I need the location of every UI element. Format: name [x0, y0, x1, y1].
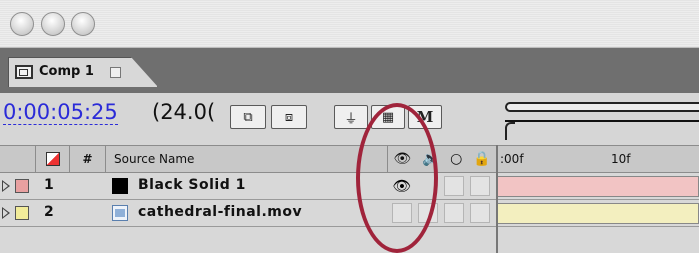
annotation-circle — [356, 103, 438, 253]
snapshot-view-icon: ⧈ — [284, 109, 294, 125]
lock-icon[interactable]: 🔒 — [473, 151, 490, 167]
layer-number: 2 — [44, 204, 54, 220]
layer-row[interactable]: 2 cathedral-final.mov — [0, 200, 699, 227]
minimize-button[interactable] — [41, 12, 65, 36]
movie-file-icon — [112, 205, 128, 221]
number-column-header[interactable]: # — [70, 146, 106, 172]
layer-name[interactable]: Black Solid 1 — [138, 177, 246, 193]
time-ruler-line — [505, 120, 699, 122]
composition-icon — [15, 65, 33, 79]
close-button[interactable] — [10, 12, 34, 36]
layer-duration-bar[interactable] — [497, 176, 699, 197]
frame-rate-label: (24.0( — [152, 100, 216, 124]
layer-header-row: # Source Name 👁 🔈 ○ 🔒 :00f 10f — [0, 145, 699, 173]
layer-number: 1 — [44, 177, 54, 193]
solid-icon — [112, 178, 128, 194]
tick-label-1: 10f — [611, 152, 631, 166]
layer-toggle-icon — [45, 152, 60, 166]
number-header-label: # — [82, 152, 93, 166]
time-ruler[interactable]: :00f 10f — [498, 146, 699, 172]
snapshot-button[interactable]: ⧉ — [230, 105, 266, 129]
solo-switch[interactable] — [444, 176, 464, 196]
label-color-swatch[interactable] — [15, 179, 29, 193]
layer-duration-bar[interactable] — [497, 203, 699, 224]
tab-strip: Comp 1 — [0, 48, 699, 93]
timeline-toolbar: 0:00:05:25 (24.0( ⧉ ⧈ ⏚ ▦ M — [0, 93, 699, 145]
zoom-button[interactable] — [71, 12, 95, 36]
expand-triangle-icon[interactable] — [2, 180, 10, 192]
shy-column-header[interactable] — [36, 146, 70, 172]
tab-comp-1[interactable]: Comp 1 — [8, 57, 158, 87]
source-name-header[interactable]: Source Name — [106, 146, 388, 172]
camera-icon: ⧉ — [243, 109, 253, 125]
label-color-swatch[interactable] — [15, 206, 29, 220]
tick-label-0: :00f — [500, 152, 524, 166]
solo-switch[interactable] — [444, 203, 464, 223]
label-column-header[interactable] — [0, 146, 36, 172]
title-bar — [0, 0, 699, 48]
time-ruler-bracket — [505, 122, 515, 140]
lock-switch[interactable] — [470, 176, 490, 196]
layer-row[interactable]: 1 Black Solid 1 👁 — [0, 173, 699, 200]
expand-triangle-icon[interactable] — [2, 207, 10, 219]
show-snapshot-button[interactable]: ⧈ — [271, 105, 307, 129]
layer-name[interactable]: cathedral-final.mov — [138, 204, 302, 220]
solo-icon[interactable]: ○ — [450, 151, 462, 167]
source-name-label: Source Name — [114, 152, 195, 166]
current-time-display[interactable]: 0:00:05:25 — [3, 100, 118, 125]
tab-label: Comp 1 — [39, 64, 94, 79]
timeline-divider[interactable] — [496, 145, 498, 253]
draft-3d-icon: ⏚ — [344, 111, 358, 127]
tab-close-icon[interactable] — [110, 67, 121, 78]
work-area-bar[interactable] — [505, 102, 699, 112]
empty-layer-area — [0, 227, 699, 253]
draft-3d-button[interactable]: ⏚ — [334, 105, 368, 129]
lock-switch[interactable] — [470, 203, 490, 223]
